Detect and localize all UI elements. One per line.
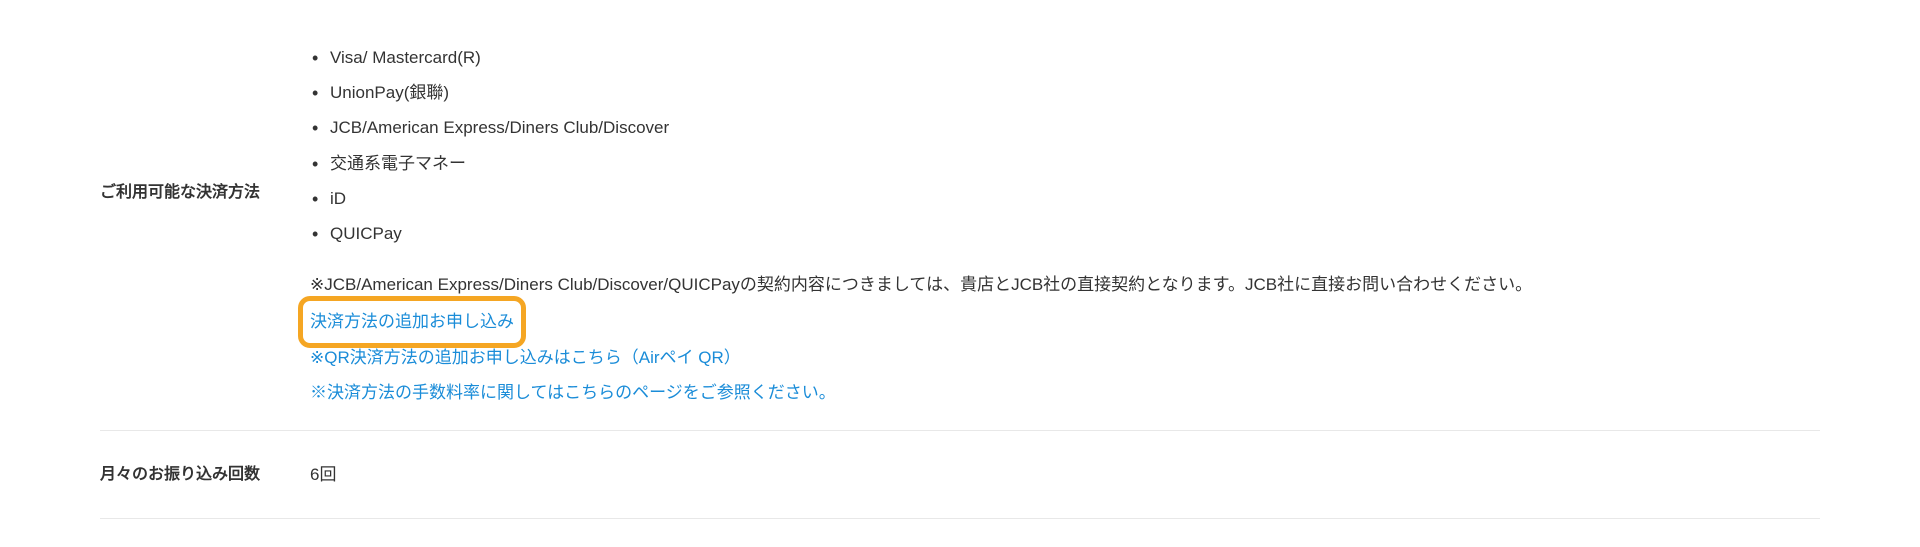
contract-note: ※JCB/American Express/Diners Club/Discov… [310, 271, 1820, 298]
fee-info-link[interactable]: ※決済方法の手数料率に関してはこちらのページをご参照ください。 [310, 379, 836, 406]
highlighted-link-wrapper: 決済方法の追加お申し込み [310, 304, 514, 339]
list-item: iD [330, 181, 1820, 216]
list-item: 交通系電子マネー [330, 146, 1820, 181]
payment-methods-value: Visa/ Mastercard(R) UnionPay(銀聯) JCB/Ame… [310, 40, 1820, 410]
list-item: JCB/American Express/Diners Club/Discove… [330, 110, 1820, 145]
transfer-count-label: 月々のお振り込み回数 [100, 462, 310, 488]
list-item: UnionPay(銀聯) [330, 75, 1820, 110]
add-payment-link[interactable]: 決済方法の追加お申し込み [310, 308, 514, 335]
transfer-count-value: 6回 [310, 461, 336, 488]
list-item: Visa/ Mastercard(R) [330, 40, 1820, 75]
add-qr-payment-link[interactable]: ※QR決済方法の追加お申し込みはこちら（Airペイ QR） [310, 344, 741, 371]
payment-methods-list: Visa/ Mastercard(R) UnionPay(銀聯) JCB/Ame… [310, 40, 1820, 251]
transfer-count-row: 月々のお振り込み回数 6回 [100, 431, 1820, 518]
list-item: QUICPay [330, 216, 1820, 251]
section-divider [100, 518, 1820, 519]
payment-methods-label: ご利用可能な決済方法 [100, 40, 310, 206]
payment-methods-row: ご利用可能な決済方法 Visa/ Mastercard(R) UnionPay(… [100, 20, 1820, 430]
